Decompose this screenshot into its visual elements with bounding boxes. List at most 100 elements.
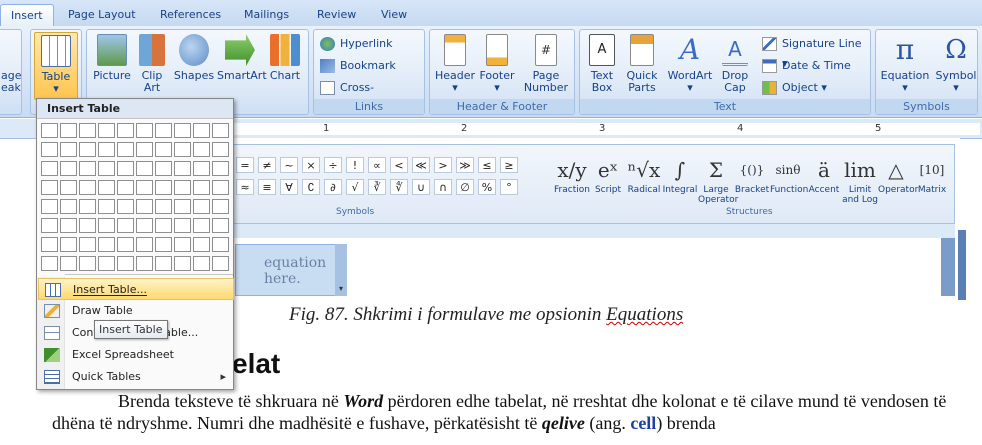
symbol-cell[interactable]: = [236,157,254,173]
structure-button[interactable]: lim Limit and Log [842,155,878,205]
symbol-cell[interactable]: √ [346,179,364,195]
table-grid-cell[interactable] [174,218,191,233]
structure-button[interactable]: ∫ Integral [662,155,698,195]
symbol-cell[interactable]: % [478,179,496,195]
symbol-cell[interactable]: ≡ [258,179,276,195]
symbol-button[interactable]: Ω Symbol ▾ [934,32,978,94]
shapes-button[interactable]: Shapes [173,32,215,82]
table-grid-cell[interactable] [98,218,115,233]
table-grid-cell[interactable] [174,180,191,195]
symbol-cell[interactable]: ≪ [412,157,430,173]
table-grid-cell[interactable] [155,161,172,176]
table-grid-cell[interactable] [41,237,58,252]
tab-mailings[interactable]: Mailings [234,4,299,26]
table-grid-cell[interactable] [174,123,191,138]
table-grid-cell[interactable] [136,256,153,271]
symbol-cell[interactable]: ≠ [258,157,276,173]
table-grid-cell[interactable] [41,218,58,233]
quick-parts-button[interactable]: Quick Parts [622,32,662,94]
symbol-cell[interactable]: ∂ [324,179,342,195]
table-grid-cell[interactable] [41,123,58,138]
table-grid-cell[interactable] [117,142,134,157]
symbol-cell[interactable]: ∝ [368,157,386,173]
wordart-button[interactable]: A WordArt ▾ [666,32,714,94]
table-grid-cell[interactable] [155,123,172,138]
table-grid-cell[interactable] [98,123,115,138]
table-grid-cell[interactable] [193,218,210,233]
table-grid-cell[interactable] [60,199,77,214]
table-grid-cell[interactable] [155,142,172,157]
equation-button[interactable]: π Equation ▾ [878,32,932,94]
table-grid-cell[interactable] [117,237,134,252]
table-grid-cell[interactable] [60,256,77,271]
table-grid-cell[interactable] [155,237,172,252]
table-grid-cell[interactable] [41,199,58,214]
table-grid-cell[interactable] [136,161,153,176]
table-grid-cell[interactable] [193,123,210,138]
table-grid-cell[interactable] [212,218,229,233]
table-grid-cell[interactable] [60,142,77,157]
table-grid-cell[interactable] [193,161,210,176]
structure-button[interactable]: ⁿ√x Radical [626,155,662,195]
cross-reference-button[interactable]: Cross-reference [320,78,424,114]
symbol-cell[interactable]: ∀ [280,179,298,195]
structure-button[interactable]: [10] Matrix [914,155,950,195]
table-grid-cell[interactable] [155,180,172,195]
table-grid-cell[interactable] [212,161,229,176]
table-grid-cell[interactable] [174,161,191,176]
table-grid-cell[interactable] [79,199,96,214]
bookmark-button[interactable]: Bookmark [320,56,396,76]
equation-options-handle[interactable]: ▾ [335,244,347,296]
table-grid-cell[interactable] [193,199,210,214]
table-grid-cell[interactable] [174,256,191,271]
header-button[interactable]: Header ▾ [434,32,476,94]
table-grid-cell[interactable] [136,199,153,214]
symbol-cell[interactable]: × [302,157,320,173]
table-grid-cell[interactable] [193,237,210,252]
table-grid-cell[interactable] [136,142,153,157]
table-grid-cell[interactable] [136,180,153,195]
tab-page-layout[interactable]: Page Layout [58,4,146,26]
table-grid-cell[interactable] [117,180,134,195]
symbol-cell[interactable]: ! [346,157,364,173]
symbol-cell[interactable]: ° [500,179,518,195]
table-grid-cell[interactable] [79,256,96,271]
symbol-cell[interactable]: ∜ [390,179,408,195]
symbol-cell[interactable]: ≈ [236,179,254,195]
table-grid-cell[interactable] [212,123,229,138]
table-grid-cell[interactable] [193,256,210,271]
menu-item-quick-tables[interactable]: Quick Tables ▸ [38,366,234,388]
structure-button[interactable]: Σ Large Operator [698,155,738,205]
structure-button[interactable]: x/y Fraction [554,155,590,195]
table-grid-cell[interactable] [174,237,191,252]
table-grid-cell[interactable] [98,237,115,252]
structure-button[interactable]: sinθ Function [770,155,808,195]
table-grid-cell[interactable] [155,199,172,214]
table-grid-cell[interactable] [117,199,134,214]
text-box-button[interactable]: A Text Box [584,32,620,94]
smartart-button[interactable]: SmartArt [217,32,267,82]
structure-button[interactable]: ä Accent [806,155,842,195]
table-grid-cell[interactable] [117,161,134,176]
table-grid-cell[interactable] [117,218,134,233]
table-grid-cell[interactable] [79,161,96,176]
table-grid-cell[interactable] [41,256,58,271]
table-grid-cell[interactable] [136,123,153,138]
symbol-cell[interactable]: ∩ [434,179,452,195]
symbol-cell[interactable]: ∪ [412,179,430,195]
signature-line-button[interactable]: Signature Line ▾ [762,34,870,70]
tab-references[interactable]: References [150,4,231,26]
menu-item-insert-table[interactable]: Insert Table... [38,278,234,300]
tab-view[interactable]: View [371,4,417,26]
symbol-cell[interactable]: ~ [280,157,298,173]
table-grid-cell[interactable] [155,256,172,271]
object-button[interactable]: Object ▾ [762,78,827,98]
table-grid-cell[interactable] [212,237,229,252]
table-grid-cell[interactable] [41,180,58,195]
table-grid-cell[interactable] [41,142,58,157]
symbol-cell[interactable]: ≫ [456,157,474,173]
table-grid-cell[interactable] [79,180,96,195]
table-grid-cell[interactable] [136,237,153,252]
table-grid-cell[interactable] [79,237,96,252]
table-grid-cell[interactable] [193,180,210,195]
